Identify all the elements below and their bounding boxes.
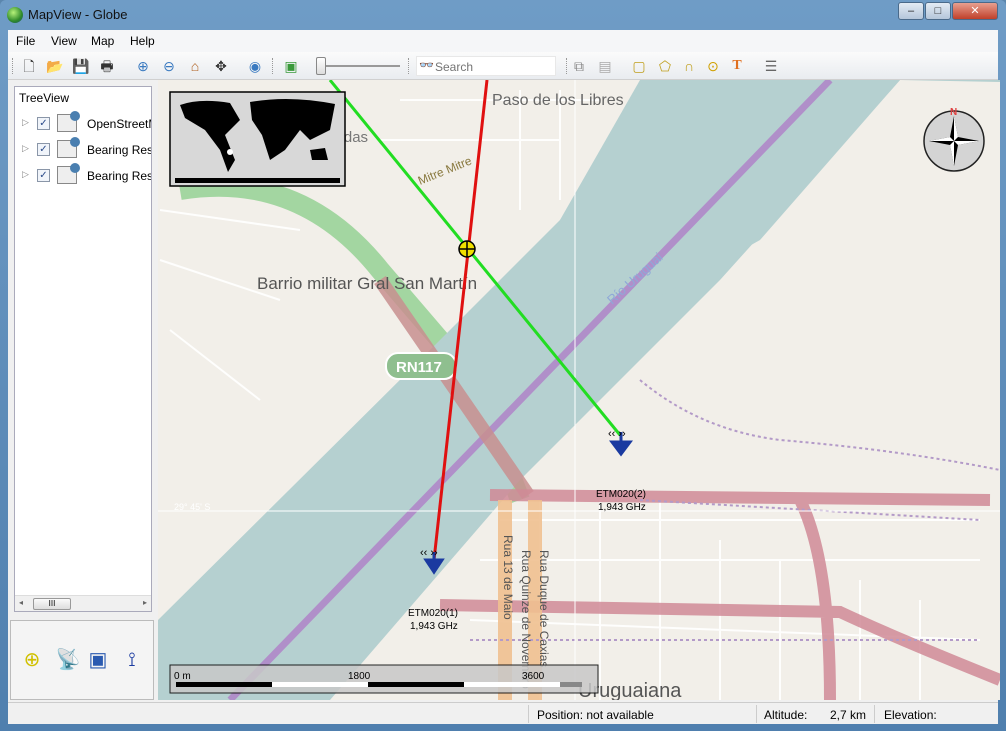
station-2-freq: 1,943 GHz	[598, 502, 646, 513]
tree-item-bearing-results-1[interactable]: ▷ ✓ Bearing Results	[15, 137, 151, 161]
separator	[566, 58, 567, 74]
separator	[12, 58, 13, 74]
maximize-button[interactable]: □	[925, 2, 951, 20]
latitude-label: 29° 45' S	[174, 502, 210, 512]
separator	[272, 58, 273, 74]
globe-icon	[7, 7, 23, 23]
scroll-right-icon[interactable]: ▸	[143, 598, 147, 607]
search-box[interactable]: 👓	[416, 56, 556, 76]
polyline-tool-icon[interactable]: ∩	[680, 57, 698, 75]
zoom-in-icon[interactable]: ⊕	[134, 57, 152, 75]
zoom-slider-track[interactable]	[320, 65, 400, 67]
open-folder-icon[interactable]: 📂	[46, 57, 64, 75]
altitude-label: Altitude:	[764, 708, 808, 722]
crosshair-tool-icon[interactable]: ⊕	[19, 647, 45, 673]
tree-item-openstreetmap[interactable]: ▷ ✓ OpenStreetMap	[15, 111, 151, 135]
separator	[528, 705, 529, 723]
rectangle-tool-icon[interactable]: ▢	[630, 57, 648, 75]
home-icon[interactable]: ⌂	[186, 57, 204, 75]
layer-checkbox[interactable]: ✓	[37, 143, 50, 156]
tree-item-label: Bearing Results	[87, 169, 151, 183]
circle-tool-icon[interactable]: ⊙	[704, 57, 722, 75]
client-area: File View Map Help 🗋 📂 💾 🖶 ⊕ ⊖ ⌂ ✥ ◉ ▣ 👓	[8, 30, 1000, 724]
label-street-3: Rua 13 de Maio	[501, 535, 515, 620]
polygon-tool-icon[interactable]: ⬠	[656, 57, 674, 75]
station-2-name: ETM020(2)	[596, 489, 646, 500]
app-window: MapView - Globe – □ ✕ File View Map Help…	[0, 0, 1006, 731]
minimize-button[interactable]: –	[898, 2, 924, 20]
station-1-freq: 1,943 GHz	[410, 621, 458, 632]
text-tool-icon[interactable]: T	[728, 57, 746, 75]
tree-item-label: Bearing Results	[87, 143, 151, 157]
label-paso: Paso de los Libres	[492, 92, 624, 109]
search-input[interactable]	[435, 60, 553, 74]
compass-icon[interactable]	[923, 110, 985, 172]
layer-icon	[57, 137, 80, 158]
layer-icon	[57, 163, 80, 184]
window-title: MapView - Globe	[28, 7, 128, 22]
label-route: RN117	[396, 359, 442, 376]
label-barrio: Barrio militar Gral San Martín	[257, 274, 477, 293]
copy-layer-icon[interactable]: ⧉	[570, 57, 588, 75]
overview-map[interactable]	[169, 91, 346, 187]
layer-icon	[57, 111, 80, 132]
globe-view-icon[interactable]: ◉	[246, 57, 264, 75]
compass-north-label: N	[950, 107, 957, 118]
bearing-station-tool-icon[interactable]: ⟟	[119, 647, 145, 673]
menu-file[interactable]: File	[16, 34, 35, 48]
binoculars-icon: 👓	[419, 58, 434, 72]
separator	[874, 705, 875, 723]
scale-label-1800: 1800	[348, 671, 371, 682]
map-canvas[interactable]: 29° 45' S Barrio militar Gral San Martín…	[158, 80, 1000, 700]
close-button[interactable]: ✕	[952, 2, 998, 20]
expand-arrow-icon[interactable]: ▷	[22, 143, 29, 154]
pan-icon[interactable]: ✥	[212, 57, 230, 75]
map-view[interactable]: 29° 45' S Barrio militar Gral San Martín…	[158, 80, 1000, 700]
intersection-marker-icon[interactable]	[458, 240, 476, 258]
toolbar: 🗋 📂 💾 🖶 ⊕ ⊖ ⌂ ✥ ◉ ▣ 👓 ⧉ ▤ ▢ ⬠ ∩ ⊙	[8, 52, 998, 80]
zoom-slider-handle[interactable]	[316, 57, 326, 75]
label-mitre: Mitre Mitre	[416, 153, 474, 187]
menu-map[interactable]: Map	[91, 34, 114, 48]
svg-text:‹‹ ››: ‹‹ ››	[420, 547, 438, 559]
scale-label-3600: 3600	[522, 671, 545, 682]
tree-item-label: OpenStreetMap	[87, 117, 151, 131]
map-layer-icon[interactable]: ▣	[282, 57, 300, 75]
menu-bar: File View Map Help	[8, 30, 998, 52]
scrollbar-thumb[interactable]: III	[33, 598, 71, 610]
status-bar: Position: not available Altitude: 2,7 km…	[8, 702, 998, 724]
layer-checkbox[interactable]: ✓	[37, 117, 50, 130]
separator	[756, 705, 757, 723]
scale-label-0: 0 m	[174, 671, 191, 682]
layer-checkbox[interactable]: ✓	[37, 169, 50, 182]
save-icon[interactable]: 💾	[72, 57, 90, 75]
menu-help[interactable]: Help	[130, 34, 155, 48]
tool-palette: ⊕ 📡 ▣ ⟟	[10, 620, 154, 700]
scroll-left-icon[interactable]: ◂	[19, 598, 23, 607]
ruler-icon[interactable]: ☰	[762, 57, 780, 75]
tree-item-bearing-results-2[interactable]: ▷ ✓ Bearing Results	[15, 163, 151, 187]
menu-view[interactable]: View	[51, 34, 77, 48]
label-street-1: Rua Duque de Caxias	[537, 550, 551, 667]
receiver-tool-icon[interactable]: ▣	[85, 647, 111, 673]
station-1-name: ETM020(1)	[408, 608, 458, 619]
database-icon[interactable]: ▤	[596, 57, 614, 75]
svg-text:‹‹ ››: ‹‹ ››	[608, 428, 626, 440]
title-bar: MapView - Globe – □ ✕	[0, 0, 1006, 30]
position-status: Position: not available	[537, 708, 654, 722]
separator	[408, 58, 409, 74]
altitude-value: 2,7 km	[830, 708, 867, 722]
antenna-tool-icon[interactable]: 📡	[55, 647, 81, 673]
expand-arrow-icon[interactable]: ▷	[22, 117, 29, 128]
tree-header: TreeView	[19, 91, 70, 105]
elevation-label: Elevation:	[884, 708, 937, 722]
expand-arrow-icon[interactable]: ▷	[22, 169, 29, 180]
zoom-out-icon[interactable]: ⊖	[160, 57, 178, 75]
tree-view: TreeView ▷ ✓ OpenStreetMap ▷ ✓ Bearing R…	[14, 86, 152, 612]
print-icon[interactable]: 🖶	[98, 57, 116, 75]
horizontal-scrollbar[interactable]: ◂ III ▸	[15, 595, 151, 611]
station-2-icon[interactable]: ‹‹ ››	[608, 428, 633, 457]
new-file-icon[interactable]: 🗋	[20, 57, 38, 75]
